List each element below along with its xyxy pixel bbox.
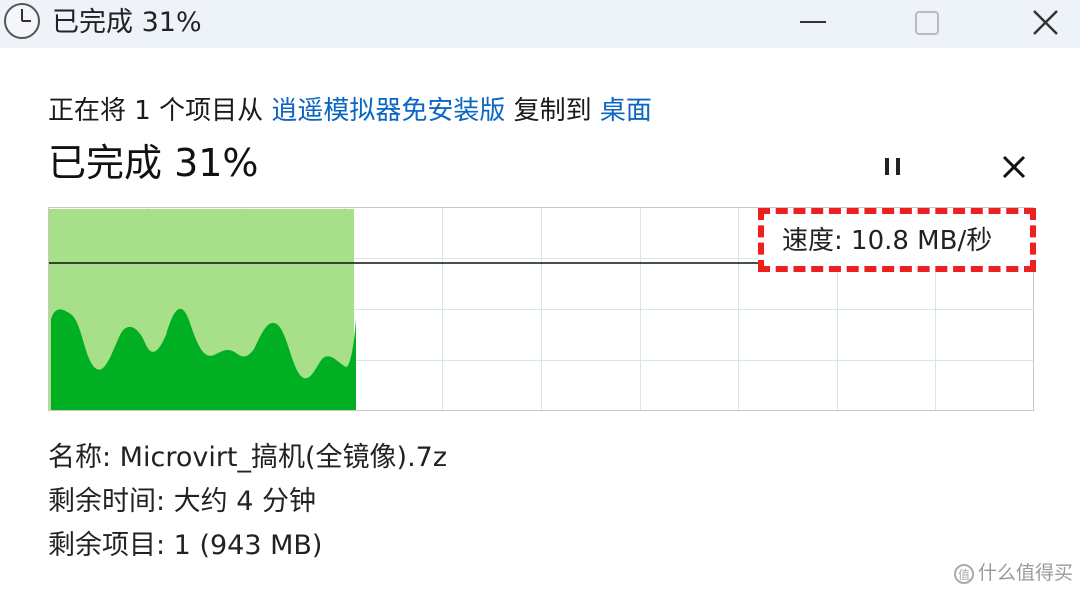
close-icon <box>1002 155 1026 179</box>
description-prefix: 正在将 1 个项目从 <box>48 96 272 126</box>
time-remaining: 剩余时间: 大约 4 分钟 <box>48 486 317 517</box>
destination-folder-link[interactable]: 桌面 <box>600 96 652 126</box>
pause-icon <box>885 158 900 175</box>
maximize-icon <box>915 11 939 35</box>
minimize-button[interactable] <box>786 0 866 46</box>
watermark-text: 什么值得买 <box>978 562 1074 584</box>
svg-text:值: 值 <box>958 567 970 582</box>
source-folder-link[interactable]: 逍遥模拟器免安装版 <box>271 96 505 126</box>
description-middle: 复制到 <box>505 96 600 126</box>
operation-description: 正在将 1 个项目从 逍遥模拟器免安装版 复制到 桌面 <box>48 92 652 130</box>
pause-button[interactable] <box>872 148 916 188</box>
minimize-icon <box>800 21 826 23</box>
close-icon <box>1033 10 1058 35</box>
clock-icon <box>4 3 40 39</box>
window-title: 已完成 31% <box>52 7 202 38</box>
percent-complete: 已完成 31% <box>48 141 259 185</box>
file-name: 名称: Microvirt_搞机(全镜像).7z <box>48 442 448 473</box>
title-bar: 已完成 31% <box>0 0 1080 48</box>
items-remaining: 剩余项目: 1 (943 MB) <box>48 530 323 561</box>
speed-label: 速度: 10.8 MB/秒 <box>782 222 993 260</box>
close-window-button[interactable] <box>1004 0 1080 46</box>
cancel-button[interactable] <box>994 148 1036 188</box>
maximize-button[interactable] <box>886 0 966 46</box>
watermark-icon: 值 <box>954 564 974 584</box>
